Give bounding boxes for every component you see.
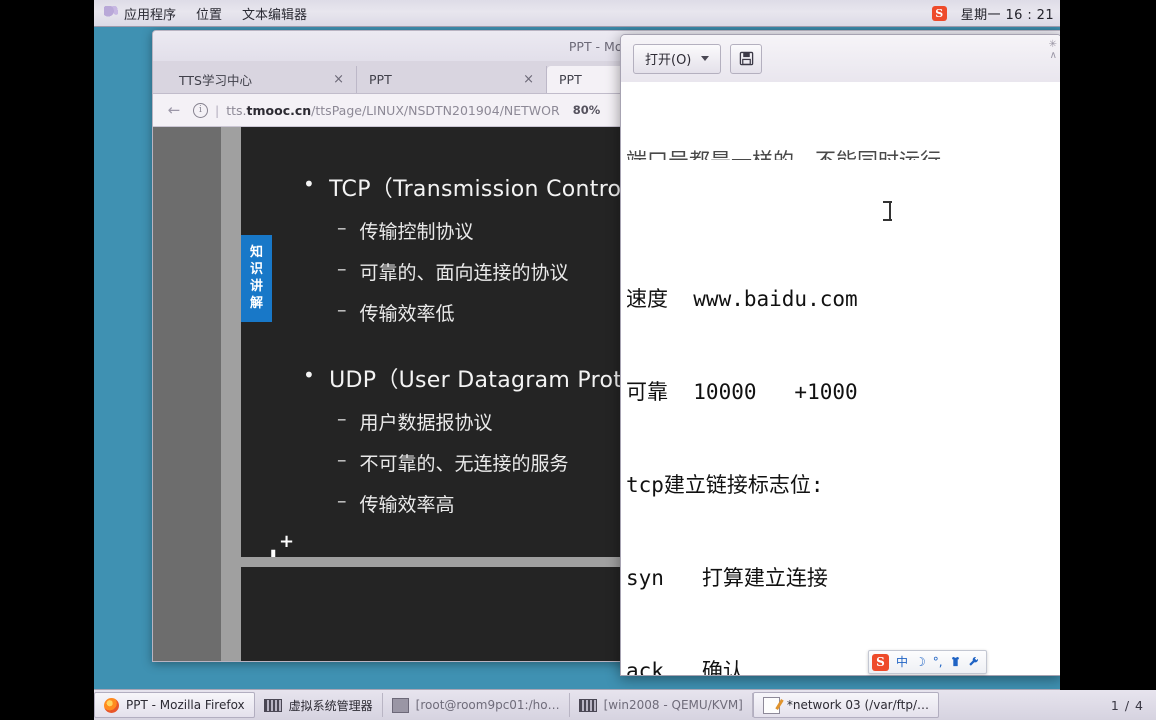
gnome-foot-icon — [104, 6, 118, 20]
dash-icon: – — [337, 408, 347, 430]
heading-text: UDP（User Datagram Prot — [329, 368, 623, 393]
save-button[interactable] — [730, 43, 763, 74]
close-icon[interactable]: × — [523, 72, 534, 87]
menu-label: 位置 — [196, 7, 223, 23]
taskbar-item-terminal[interactable]: [root@room9pc01:/ho… — [383, 693, 570, 717]
url-prefix: tts. — [226, 102, 247, 118]
text-line: tcp建立链接标志位: — [626, 473, 824, 497]
subitem-text: 可靠的、面向连接的协议 — [359, 262, 569, 284]
workspace-indicator[interactable]: 1 / 4 — [1111, 698, 1144, 713]
text-editor-area[interactable]: 端口号都是一样的，不能同时运行 速度 www.baidu.com 可靠 1000… — [621, 82, 1061, 675]
taskbar-item-label: *network 03 (/var/ftp/… — [786, 698, 930, 712]
plus-icon-small: + — [279, 531, 295, 552]
window-controls-overflow[interactable]: ✳ ∧ — [1049, 39, 1057, 61]
open-button-label: 打开(O) — [645, 53, 692, 68]
slide-side-tab: 知识讲解 — [241, 235, 272, 322]
dash-icon: – — [337, 490, 347, 512]
clipped-text-line: 端口号都是一样的，不能同时运行 — [626, 146, 1061, 160]
menu-label: 应用程序 — [124, 7, 177, 23]
taskbar-item-vmm[interactable]: 虚拟系统管理器 — [255, 693, 383, 717]
dash-icon: – — [337, 299, 347, 321]
ime-toolbar[interactable]: S 中 ☽ °, — [868, 650, 987, 674]
vmm-icon — [578, 698, 597, 712]
dash-icon: – — [337, 449, 347, 471]
gedit-icon — [762, 696, 780, 714]
text-line: 可靠 10000 +1000 — [626, 380, 858, 404]
menu-text-editor[interactable]: 文本编辑器 — [242, 4, 307, 23]
moon-icon[interactable]: ☽ — [915, 656, 926, 668]
taskbar-item-label: [root@room9pc01:/ho… — [415, 698, 560, 712]
gedit-toolbar: 打开(O) ✳ ∧ — [621, 35, 1061, 83]
text-line: syn 打算建立连接 — [626, 566, 828, 590]
subitem-text: 传输效率低 — [359, 303, 455, 325]
gnome-top-panel[interactable]: 应用程序 位置 文本编辑器 S 星期一 16 : 21 — [94, 0, 1156, 27]
url-separator: | — [215, 102, 220, 118]
text-line: ack 确认 — [626, 659, 744, 675]
window-list-taskbar[interactable]: PPT - Mozilla Firefox 虚拟系统管理器 [root@room… — [94, 689, 1156, 720]
tab-label: PPT — [559, 72, 582, 87]
dash-icon: – — [337, 258, 347, 280]
clock[interactable]: 星期一 16 : 21 — [961, 4, 1054, 23]
subitem-text: 传输控制协议 — [359, 221, 474, 243]
letterbox-left — [0, 0, 94, 720]
menu-places[interactable]: 位置 — [196, 4, 222, 23]
mouse-cursor-ibeam — [883, 201, 892, 221]
letterbox-right — [1060, 0, 1156, 690]
info-icon[interactable]: i — [193, 102, 208, 118]
url-path: /ttsPage/LINUX/NSDTN201904/NETWOR — [311, 102, 560, 118]
sogou-tray-icon[interactable]: S — [931, 5, 947, 21]
toolbox-icon[interactable] — [968, 656, 979, 669]
chevron-down-icon[interactable] — [701, 56, 710, 61]
gedit-window[interactable]: 打开(O) ✳∧ 端口号都是一样的，不能同时运行 速度 www.baidu.co… — [620, 34, 1062, 676]
close-icon[interactable]: × — [333, 72, 344, 87]
taskbar-item-gedit[interactable]: *network 03 (/var/ftp/… — [752, 692, 940, 718]
open-button[interactable]: 打开(O) — [633, 43, 722, 74]
bullet-icon: • — [303, 172, 316, 196]
browser-tab-ppt-1[interactable]: PPT × — [357, 66, 547, 93]
taskbar-item-label: [win2008 - QEMU/KVM] — [603, 698, 743, 712]
back-arrow-icon[interactable]: ← — [163, 99, 185, 121]
taskbar-item-label: 虚拟系统管理器 — [288, 698, 373, 713]
punctuation-icon[interactable]: °, — [933, 656, 943, 668]
terminal-icon — [391, 697, 409, 713]
browser-tab-tts[interactable]: TTS学习中心 × — [167, 66, 357, 93]
taskbar-item-win2008[interactable]: [win2008 - QEMU/KVM] — [570, 693, 753, 717]
heading-text: TCP（Transmission Contro — [329, 177, 622, 202]
taskbar-item-label: PPT - Mozilla Firefox — [126, 698, 245, 712]
screen-root: PPT - Mozilla TTS学习中心 × PPT × PPT ← i | … — [0, 0, 1156, 720]
panel-menus[interactable]: 应用程序 位置 文本编辑器 — [94, 4, 307, 23]
url-text: tts.tmooc.cn/ttsPage/LINUX/NSDTN201904/N… — [226, 103, 559, 118]
slide-rail-inner — [221, 127, 241, 661]
sogou-logo-icon[interactable]: S — [872, 653, 889, 671]
subitem-text: 传输效率高 — [359, 494, 455, 516]
url-domain: tmooc.cn — [246, 102, 312, 118]
dash-icon: – — [337, 217, 347, 239]
text-line: 速度 www.baidu.com — [626, 287, 858, 311]
bullet-icon: • — [303, 363, 316, 387]
menu-applications[interactable]: 应用程序 — [104, 4, 176, 23]
tab-label: PPT — [369, 72, 392, 87]
menu-label: 文本编辑器 — [242, 7, 308, 23]
chinese-mode-icon[interactable]: 中 — [896, 656, 908, 668]
taskbar-item-firefox[interactable]: PPT - Mozilla Firefox — [94, 692, 255, 718]
skin-icon[interactable] — [950, 656, 961, 669]
slide-rail-outer — [153, 127, 221, 661]
firefox-icon — [104, 697, 119, 713]
save-icon — [739, 51, 754, 66]
subitem-text: 不可靠的、无连接的服务 — [359, 453, 569, 475]
tab-label: TTS学习中心 — [179, 73, 252, 88]
vmm-icon — [263, 698, 282, 712]
zoom-level-badge[interactable]: 80% — [573, 103, 601, 117]
subitem-text: 用户数据报协议 — [359, 412, 493, 434]
